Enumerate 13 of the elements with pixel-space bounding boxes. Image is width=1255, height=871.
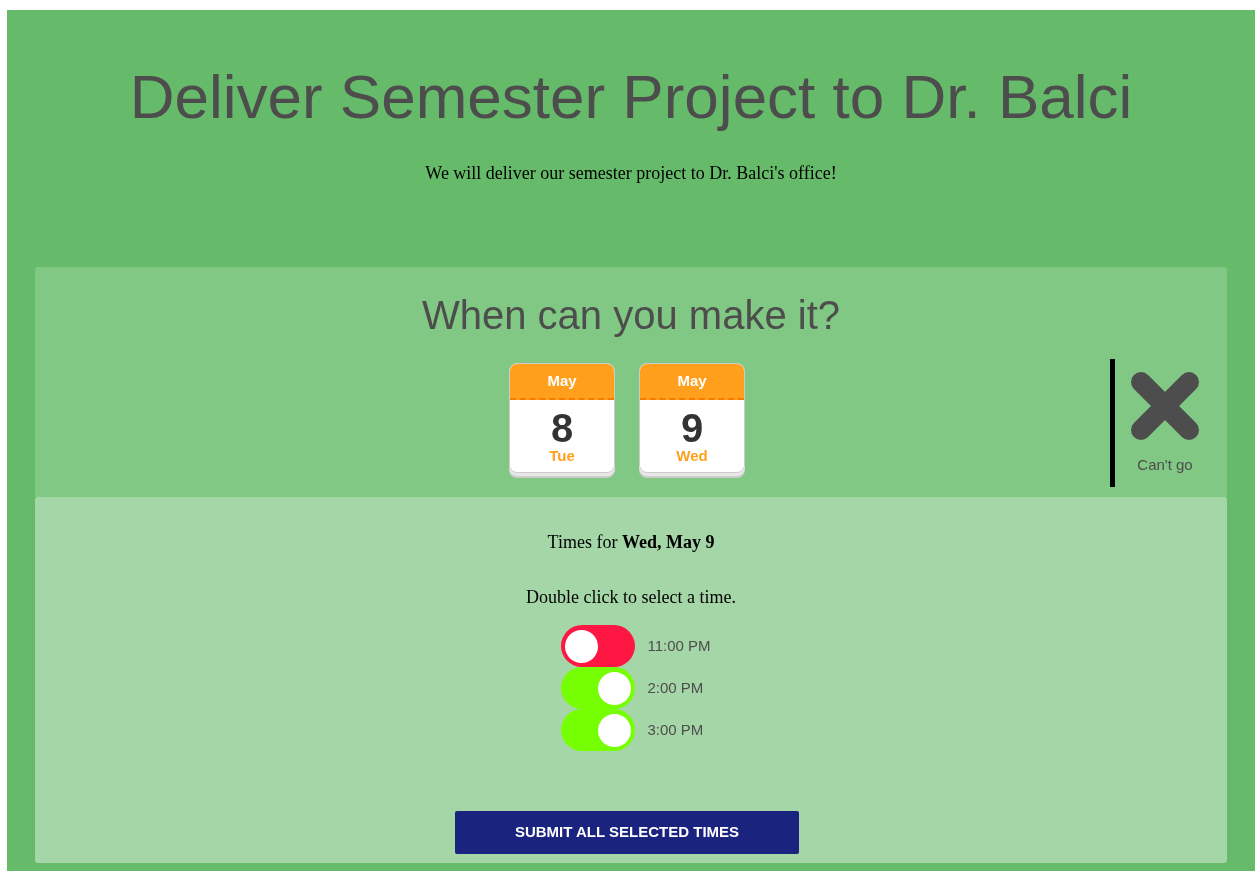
submit-button[interactable]: SUBMIT ALL SELECTED TIMES xyxy=(455,811,799,854)
time-label: 3:00 PM xyxy=(647,719,704,740)
instruction-text: Double click to select a time. xyxy=(526,586,736,609)
time-label: 11:00 PM xyxy=(647,635,711,656)
times-heading: Times for Wed, May 9 xyxy=(547,531,715,554)
toggle-switch[interactable] xyxy=(561,625,636,667)
description: We will deliver our semester project to Dr. Balci's office! xyxy=(424,162,838,185)
question-heading: When can you make it? xyxy=(422,295,840,335)
toggle-switch[interactable] xyxy=(561,667,636,709)
toggle-switch[interactable] xyxy=(561,709,636,751)
time-label: 2:00 PM xyxy=(647,677,704,698)
close-icon xyxy=(1129,369,1201,442)
cant-go-button[interactable]: Can't go xyxy=(1129,369,1201,477)
